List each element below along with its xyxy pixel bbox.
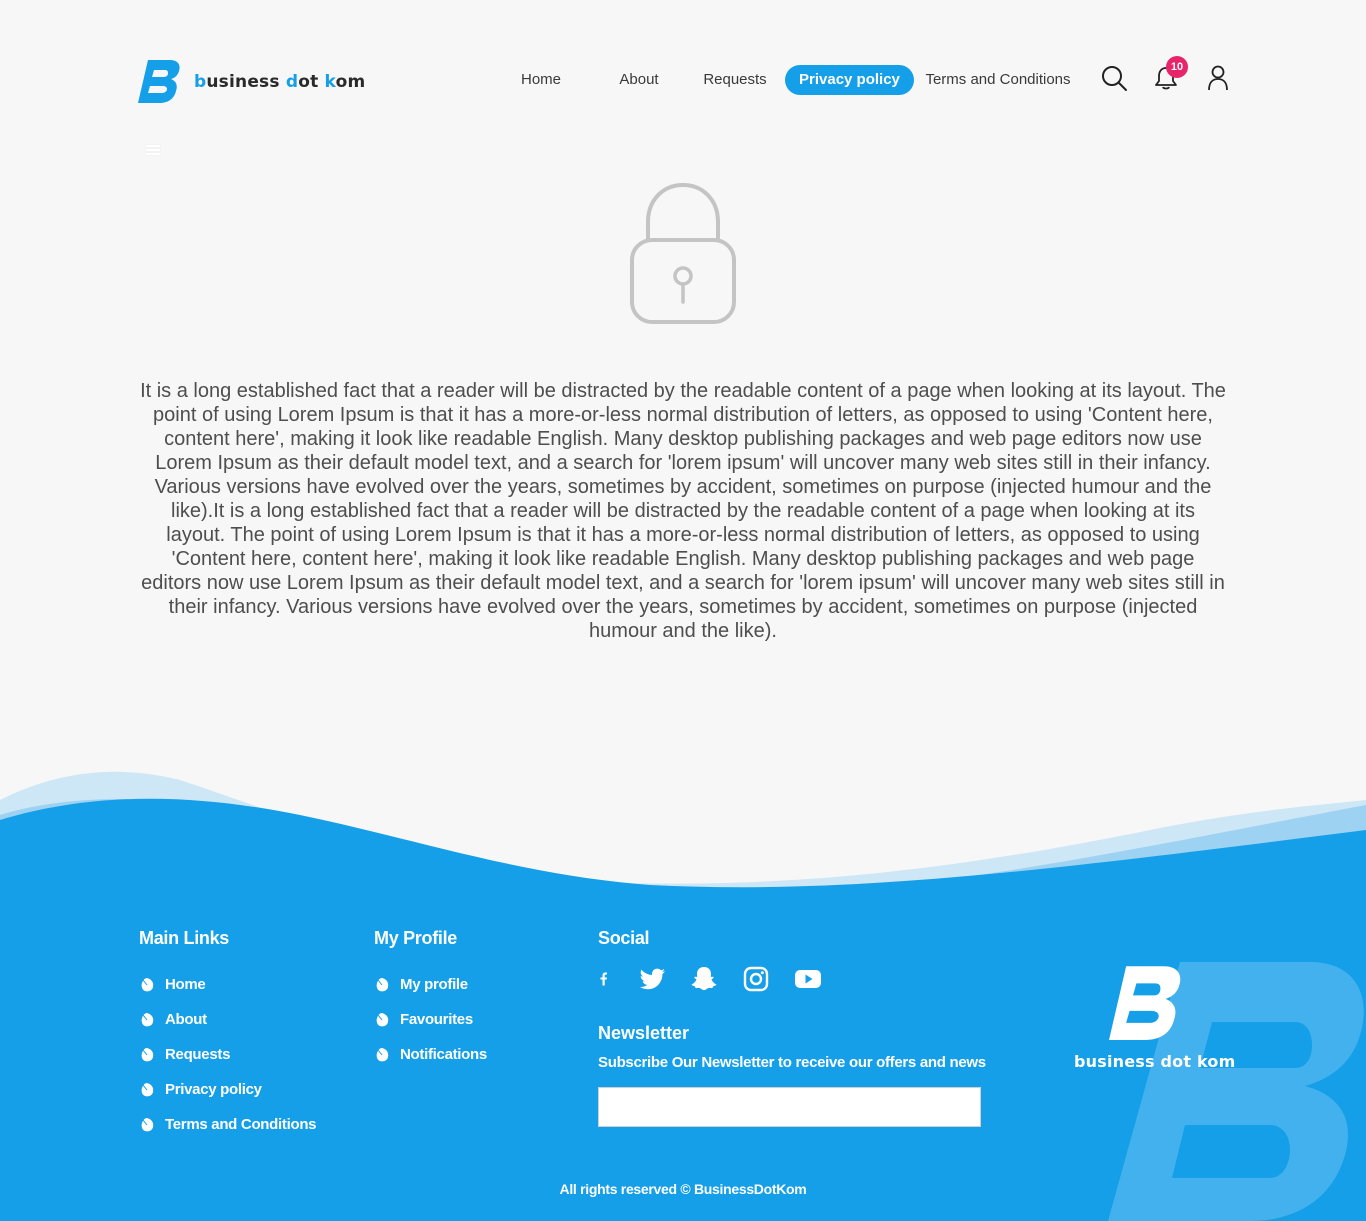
footer-link-requests[interactable]: Requests — [139, 1037, 316, 1072]
social-title: Social — [598, 928, 650, 948]
logo-b-icon — [138, 60, 180, 103]
my-profile-title: My Profile — [374, 928, 458, 948]
newsletter-email-field[interactable] — [598, 1087, 981, 1127]
instagram-icon[interactable] — [742, 965, 770, 993]
leaf-icon — [141, 1047, 154, 1061]
footer-link-my-profile[interactable]: My profile — [374, 967, 487, 1002]
leaf-icon — [141, 977, 154, 991]
leaf-icon — [141, 1082, 154, 1096]
privacy-policy-text: It is a long established fact that a rea… — [140, 380, 1226, 642]
site-header: business dot kom Home About Requests Pri… — [0, 0, 1366, 155]
newsletter-title: Newsletter — [598, 1023, 690, 1043]
search-icon[interactable] — [1100, 64, 1128, 92]
leaf-icon — [376, 977, 389, 991]
nav-item-terms[interactable]: Terms and Conditions — [922, 65, 1074, 95]
nav-item-about[interactable]: About — [608, 65, 670, 95]
leaf-icon — [141, 1117, 154, 1131]
facebook-icon[interactable] — [598, 965, 612, 993]
youtube-icon[interactable] — [794, 965, 822, 993]
nav-item-requests[interactable]: Requests — [700, 65, 770, 95]
footer-link-favourites[interactable]: Favourites — [374, 1002, 487, 1037]
footer-link-about[interactable]: About — [139, 1002, 316, 1037]
footer-link-privacy-policy[interactable]: Privacy policy — [139, 1072, 316, 1107]
hamburger-menu-icon[interactable] — [146, 145, 160, 157]
footer-brand-name: business dot kom — [1074, 1052, 1236, 1071]
newsletter-subtitle: Subscribe Our Newsletter to receive our … — [598, 1054, 986, 1071]
footer-link-terms[interactable]: Terms and Conditions — [139, 1107, 317, 1142]
notification-count-badge: 10 — [1166, 56, 1188, 78]
brand-name: business dot kom — [194, 72, 366, 92]
lock-icon — [630, 182, 736, 324]
snapchat-icon[interactable] — [690, 965, 718, 993]
footer-social: Social Newsletter Subscribe Our Newslett… — [598, 928, 986, 1127]
leaf-icon — [376, 1047, 389, 1061]
main-links-title: Main Links — [139, 928, 230, 948]
footer-brand-logo: business dot kom — [1074, 966, 1236, 1071]
user-icon[interactable] — [1204, 64, 1232, 92]
footer-logo-b-icon — [1109, 966, 1181, 1040]
brand-logo[interactable]: business dot kom — [138, 60, 365, 104]
nav-item-home[interactable]: Home — [510, 65, 572, 95]
twitter-icon[interactable] — [638, 965, 666, 993]
copyright-text: All rights reserved © BusinessDotKom — [559, 1181, 807, 1197]
footer-my-profile: My Profile My profile Favourites Notific… — [374, 928, 487, 1072]
leaf-icon — [376, 1012, 389, 1026]
footer-link-home[interactable]: Home — [139, 967, 316, 1002]
nav-item-privacy-policy[interactable]: Privacy policy — [785, 65, 914, 95]
footer-link-notifications[interactable]: Notifications — [374, 1037, 487, 1072]
footer-main-links: Main Links Home About Requests Privacy p… — [139, 928, 317, 1142]
leaf-icon — [141, 1012, 154, 1026]
